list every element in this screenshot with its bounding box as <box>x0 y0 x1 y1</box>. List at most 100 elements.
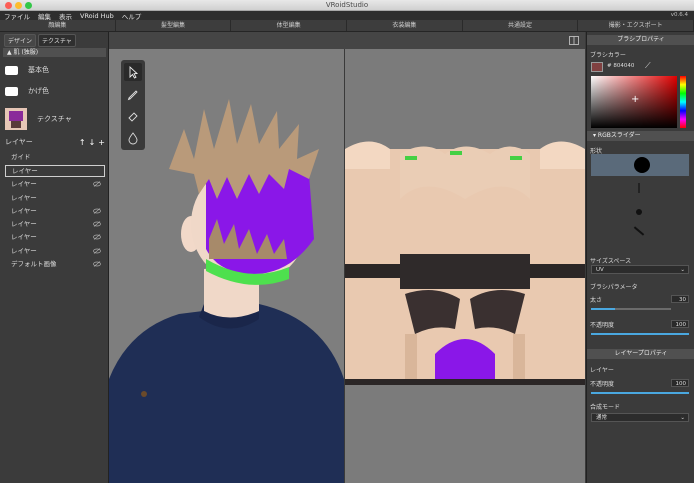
layer-row[interactable]: ガイド <box>5 151 105 164</box>
base-color-swatch[interactable] <box>5 65 18 75</box>
pen-icon <box>127 90 138 101</box>
subtab-texture[interactable]: テクスチャ <box>38 34 76 47</box>
tab-face-edit[interactable]: 顔編集 <box>0 20 116 31</box>
layer-label: レイヤー <box>5 138 33 146</box>
layer-row[interactable]: レイヤー <box>5 178 105 191</box>
base-color-row[interactable]: 基本色 <box>5 63 103 77</box>
layer-properties-header: レイヤープロパティ <box>587 349 694 359</box>
brush-shape-hard[interactable] <box>591 154 689 176</box>
layer-row[interactable]: レイヤー <box>5 192 105 205</box>
eraser-tool-button[interactable] <box>124 107 142 125</box>
layer-name: ガイド <box>11 153 31 161</box>
uv-texture-canvas <box>345 141 585 385</box>
visibility-off-icon[interactable] <box>93 261 101 267</box>
base-color-label: 基本色 <box>28 66 49 74</box>
menu-edit[interactable]: 編集 <box>34 11 55 21</box>
layer-row[interactable]: レイヤー <box>5 205 105 218</box>
blend-mode-label: 合成モード <box>590 404 621 411</box>
left-panel: デザイン テクスチャ ▲ 肌 (独服) 基本色 かげ色 テクスチャ レイヤー ↑… <box>0 32 109 483</box>
layer-name: レイヤー <box>11 233 37 242</box>
layer-opacity-slider-fill <box>591 392 689 394</box>
layer-name: レイヤー <box>11 180 37 189</box>
brush-color-hex[interactable]: # 804040 <box>607 63 634 69</box>
blend-mode-value: 通常 <box>596 415 608 421</box>
thickness-input[interactable]: 30 <box>671 295 689 303</box>
move-layer-up-icon[interactable]: ↑ <box>79 138 86 147</box>
rgb-slider-toggle[interactable]: ▾ RGBスライダー <box>587 131 694 141</box>
layer-opacity-input[interactable]: 100 <box>671 379 689 387</box>
tool-palette <box>121 60 145 150</box>
brush-properties-header: ブラシプロパティ <box>587 35 694 45</box>
visibility-off-icon[interactable] <box>93 221 101 227</box>
fill-tool-button[interactable] <box>124 129 142 147</box>
eraser-icon <box>128 112 138 122</box>
mode-tabs: 顔編集 髪型編集 体型編集 衣装編集 共通設定 撮影・エクスポート <box>0 20 694 32</box>
thickness-slider[interactable] <box>591 308 671 310</box>
menu-view[interactable]: 表示 <box>55 11 76 21</box>
texture-label: テクスチャ <box>37 115 72 123</box>
add-layer-icon[interactable]: + <box>98 138 105 147</box>
select-tool-button[interactable] <box>124 63 142 81</box>
texture-row[interactable]: テクスチャ <box>5 106 103 132</box>
visibility-off-icon[interactable] <box>93 234 101 241</box>
window-titlebar: VRoidStudio <box>0 0 694 11</box>
thickness-slider-fill <box>591 308 615 310</box>
layer-name: レイヤー <box>11 246 37 255</box>
layer-name: レイヤー <box>11 206 37 215</box>
rgb-slider-label: RGBスライダー <box>597 132 641 139</box>
right-panel: ブラシプロパティ ブラシカラー # 804040 ⟋ + ▾ RGBスライダー … <box>586 32 694 483</box>
layer-row[interactable]: レイヤー <box>5 245 105 258</box>
hue-slider[interactable] <box>680 76 686 128</box>
brush-color-swatch[interactable] <box>591 62 603 72</box>
chevron-down-icon: ⌄ <box>680 415 685 421</box>
brush-shape-thin[interactable] <box>638 183 640 193</box>
fill-icon <box>128 132 138 145</box>
menu-bar: ファイル 編集 表示 VRoid Hub ヘルプ v0.6.4 <box>0 11 694 21</box>
layer-row[interactable]: レイヤー <box>5 231 105 244</box>
shadow-color-label: かげ色 <box>28 87 49 95</box>
texture-thumbnail[interactable] <box>5 108 27 130</box>
brush-shape-soft[interactable] <box>636 209 642 215</box>
eyedropper-icon[interactable]: ⟋ <box>645 61 651 71</box>
tab-body-edit[interactable]: 体型編集 <box>231 20 348 31</box>
section-title: 肌 (独服) <box>13 49 39 56</box>
layer-list: ガイド レイヤー レイヤー レイヤー レイヤー レイヤー レイヤー レイヤー デフォルト画像 <box>5 151 105 271</box>
layer-row[interactable]: レイヤー <box>5 218 105 231</box>
visibility-off-icon[interactable] <box>93 208 101 214</box>
shadow-color-swatch[interactable] <box>5 86 18 96</box>
subtab-design[interactable]: デザイン <box>4 34 37 47</box>
section-header[interactable]: ▲ 肌 (独服) <box>3 48 106 57</box>
move-layer-down-icon[interactable]: ↓ <box>89 138 96 147</box>
menu-file[interactable]: ファイル <box>0 11 34 21</box>
blend-mode-dropdown[interactable]: 通常 ⌄ <box>591 413 689 422</box>
uv-texture-view[interactable] <box>345 49 585 483</box>
layer-row[interactable]: デフォルト画像 <box>5 258 105 271</box>
menu-vroid-hub[interactable]: VRoid Hub <box>76 12 118 20</box>
tab-common-settings[interactable]: 共通設定 <box>463 20 579 31</box>
tab-hair-edit[interactable]: 髪型編集 <box>116 20 232 31</box>
window-title: VRoidStudio <box>325 1 369 9</box>
size-space-dropdown[interactable]: UV ⌄ <box>591 265 689 274</box>
menu-help[interactable]: ヘルプ <box>118 11 146 21</box>
brush-params-label: ブラシパラメータ <box>590 284 638 291</box>
viewport-toolbar <box>109 32 585 49</box>
opacity-input[interactable]: 100 <box>671 320 689 328</box>
visibility-off-icon[interactable] <box>93 181 101 188</box>
opacity-slider-fill <box>591 333 689 335</box>
layer-header: レイヤー ↑ ↓ + <box>5 136 105 148</box>
tab-photo-export[interactable]: 撮影・エクスポート <box>578 20 694 31</box>
color-picker-field[interactable]: + <box>591 76 677 128</box>
tab-outfit-edit[interactable]: 衣装編集 <box>347 20 463 31</box>
size-space-label: サイズスペース <box>590 258 632 265</box>
visibility-off-icon[interactable] <box>93 248 101 254</box>
pen-tool-button[interactable] <box>124 85 142 103</box>
layer-opacity-slider[interactable] <box>591 392 689 394</box>
layer-row[interactable]: レイヤー <box>5 165 105 178</box>
opacity-slider[interactable] <box>591 333 689 335</box>
layer-name: レイヤー <box>11 220 37 229</box>
uv-layout-icon[interactable] <box>569 36 579 45</box>
brush-shape-slant[interactable] <box>633 226 645 236</box>
layer-opacity-label: 不透明度 <box>590 381 615 388</box>
version-label: v0.6.4 <box>670 12 688 18</box>
shadow-color-row[interactable]: かげ色 <box>5 84 103 98</box>
